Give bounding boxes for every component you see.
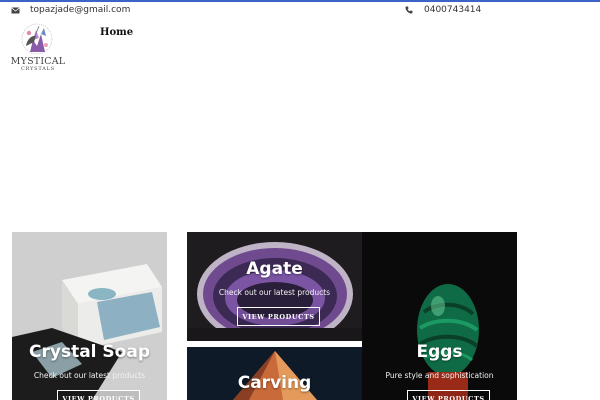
tile-title: Eggs — [416, 342, 463, 362]
tile-title: Agate — [246, 259, 303, 279]
envelope-icon — [10, 5, 20, 15]
header-email[interactable]: topazjade@gmail.com — [10, 5, 130, 15]
unicorn-crystal-emblem — [21, 23, 53, 55]
view-products-button[interactable]: VIEW PRODUCTS — [57, 390, 140, 400]
category-tile-agate[interactable]: Agate Check out our latest products VIEW… — [187, 232, 362, 341]
category-tile-carving[interactable]: Carving — [187, 347, 362, 400]
category-tile-crystal-soap[interactable]: Crystal Soap Check out our latest produc… — [12, 232, 167, 400]
phone-text[interactable]: 0400743414 — [424, 5, 481, 15]
view-products-button[interactable]: VIEW PRODUCTS — [407, 390, 490, 400]
nav-home-link[interactable]: Home — [100, 27, 133, 38]
category-tile-eggs[interactable]: Eggs Pure style and sophistication VIEW … — [362, 232, 517, 400]
view-products-button[interactable]: VIEW PRODUCTS — [237, 307, 320, 326]
tile-subtitle: Pure style and sophistication — [385, 371, 494, 380]
top-accent-bar — [0, 0, 600, 2]
header-phone[interactable]: 0400743414 — [404, 5, 481, 15]
phone-icon — [404, 5, 414, 15]
tile-title: Carving — [237, 373, 312, 393]
tile-title: Crystal Soap — [29, 342, 150, 362]
logo-subtitle: CRYSTALS — [21, 66, 55, 72]
tile-subtitle: Check out our latest products — [33, 371, 146, 380]
tile-subtitle: Check out our latest products — [218, 288, 331, 297]
email-text[interactable]: topazjade@gmail.com — [30, 5, 130, 15]
